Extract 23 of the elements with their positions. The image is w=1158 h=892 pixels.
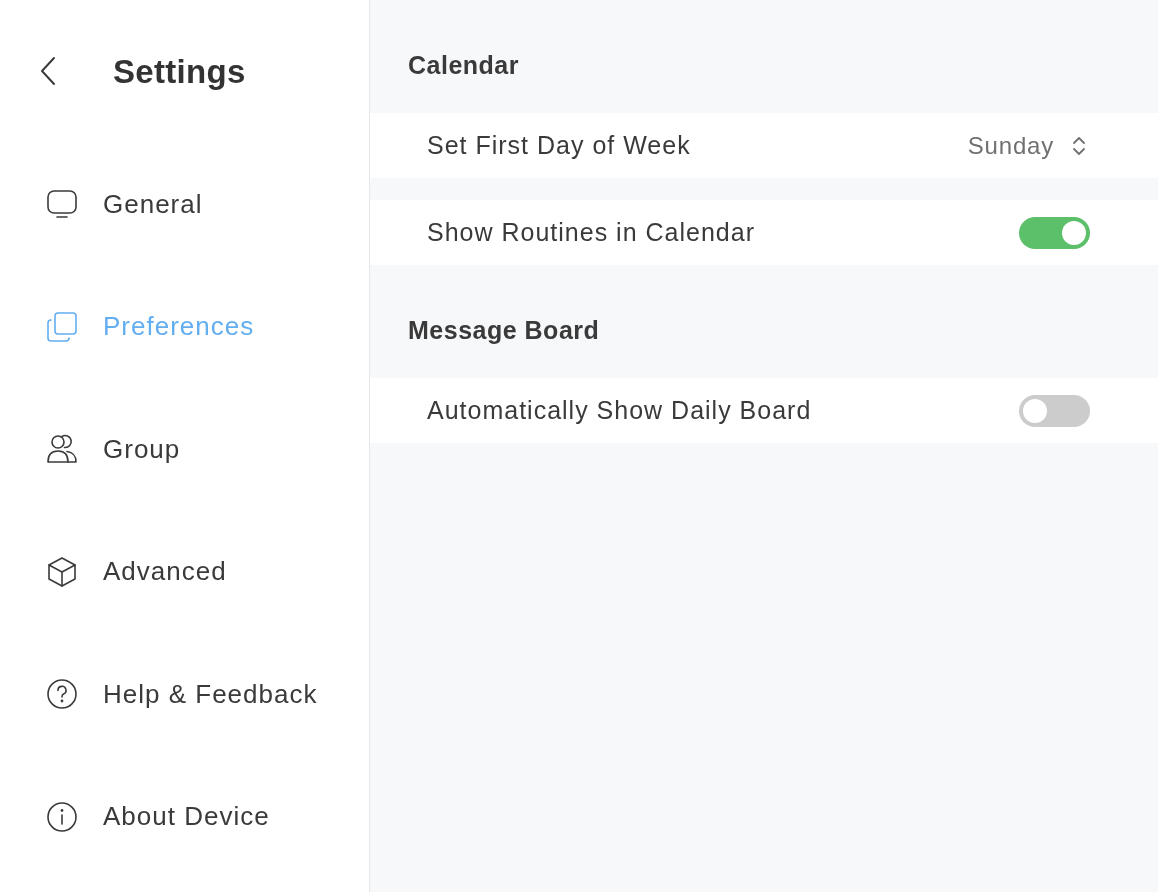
sidebar-item[interactable]: Group bbox=[0, 388, 369, 511]
monitor-icon bbox=[46, 188, 78, 221]
page-title: Settings bbox=[113, 52, 246, 91]
sidebar-item[interactable]: Advanced bbox=[0, 510, 369, 633]
users-icon bbox=[46, 433, 78, 466]
toggle-switch[interactable] bbox=[1019, 216, 1090, 249]
chevron-left-icon bbox=[38, 55, 58, 86]
toggle-switch[interactable] bbox=[1019, 394, 1090, 427]
info-icon bbox=[46, 800, 78, 833]
back-button[interactable] bbox=[38, 55, 58, 86]
setting-label: Set First Day of Week bbox=[427, 131, 691, 160]
chevron-up-down-icon bbox=[1072, 134, 1086, 157]
help-icon bbox=[46, 678, 78, 711]
day-select[interactable]: Sunday bbox=[967, 131, 1086, 160]
sidebar-item[interactable]: General bbox=[0, 143, 369, 266]
sidebar-item[interactable]: Help & Feedback bbox=[0, 633, 369, 756]
setting-label: Automatically Show Daily Board bbox=[427, 396, 812, 425]
section-title: Message Board bbox=[407, 315, 601, 346]
section-title: Calendar bbox=[407, 50, 520, 81]
cube-icon bbox=[46, 555, 78, 588]
setting-label: Show Routines in Calendar bbox=[427, 218, 755, 247]
copy-icon bbox=[46, 310, 78, 343]
sidebar-item[interactable]: About Device bbox=[0, 755, 369, 878]
